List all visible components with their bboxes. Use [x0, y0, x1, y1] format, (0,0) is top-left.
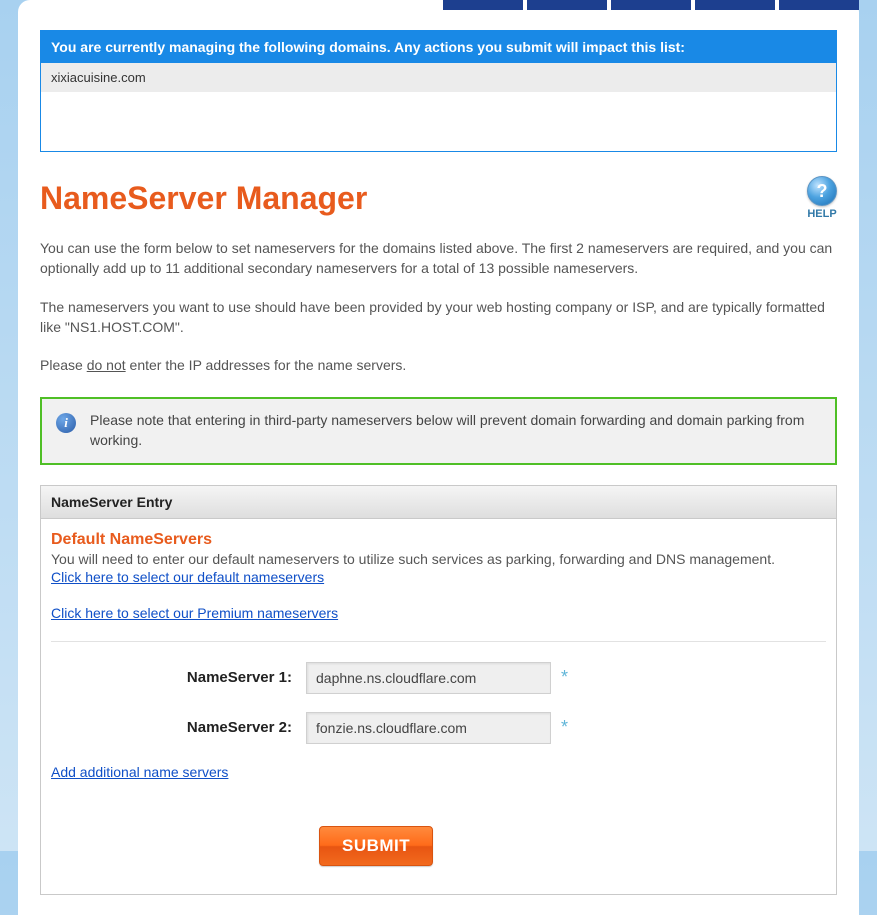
intro-p3-suffix: enter the IP addresses for the name serv… [126, 357, 407, 373]
notice-box: i Please note that entering in third-par… [40, 397, 837, 464]
entry-header: NameServer Entry [41, 486, 836, 519]
help-icon[interactable]: ? [807, 176, 837, 206]
notice-text: Please note that entering in third-party… [90, 411, 821, 450]
help-label[interactable]: HELP [807, 208, 837, 220]
default-nameservers-title: Default NameServers [51, 531, 826, 549]
submit-button[interactable]: SUBMIT [319, 826, 433, 866]
intro-paragraph-3: Please do not enter the IP addresses for… [40, 355, 837, 375]
nameserver-1-input[interactable] [306, 662, 551, 694]
nameserver-row-2: NameServer 2: * [51, 712, 826, 744]
intro-p3-underlined: do not [87, 357, 126, 373]
divider [51, 641, 826, 642]
nav-tab[interactable] [695, 0, 775, 10]
info-icon: i [56, 413, 76, 433]
nameserver-entry-panel: NameServer Entry Default NameServers You… [40, 485, 837, 895]
intro-text: You can use the form below to set namese… [40, 238, 837, 375]
managed-domain-row: xixiacuisine.com [41, 63, 836, 92]
intro-paragraph-2: The nameservers you want to use should h… [40, 297, 837, 338]
nav-tab[interactable] [611, 0, 691, 10]
banner-header: You are currently managing the following… [41, 31, 836, 63]
required-star-icon: * [561, 667, 568, 688]
top-nav-tabs [443, 0, 859, 10]
nav-tab[interactable] [527, 0, 607, 10]
managed-domains-banner: You are currently managing the following… [40, 30, 837, 152]
select-default-nameservers-link[interactable]: Click here to select our default nameser… [51, 569, 324, 585]
default-nameservers-desc: You will need to enter our default names… [51, 551, 826, 567]
nameserver-1-label: NameServer 1: [51, 669, 306, 686]
add-additional-nameservers-link[interactable]: Add additional name servers [51, 764, 228, 780]
intro-p3-prefix: Please [40, 357, 87, 373]
nameserver-2-label: NameServer 2: [51, 719, 306, 736]
page-title: NameServer Manager [40, 180, 367, 217]
select-premium-nameservers-link[interactable]: Click here to select our Premium nameser… [51, 605, 338, 621]
intro-paragraph-1: You can use the form below to set namese… [40, 238, 837, 279]
nameserver-row-1: NameServer 1: * [51, 662, 826, 694]
required-star-icon: * [561, 717, 568, 738]
nav-tab[interactable] [779, 0, 859, 10]
nav-tab[interactable] [443, 0, 523, 10]
nameserver-2-input[interactable] [306, 712, 551, 744]
